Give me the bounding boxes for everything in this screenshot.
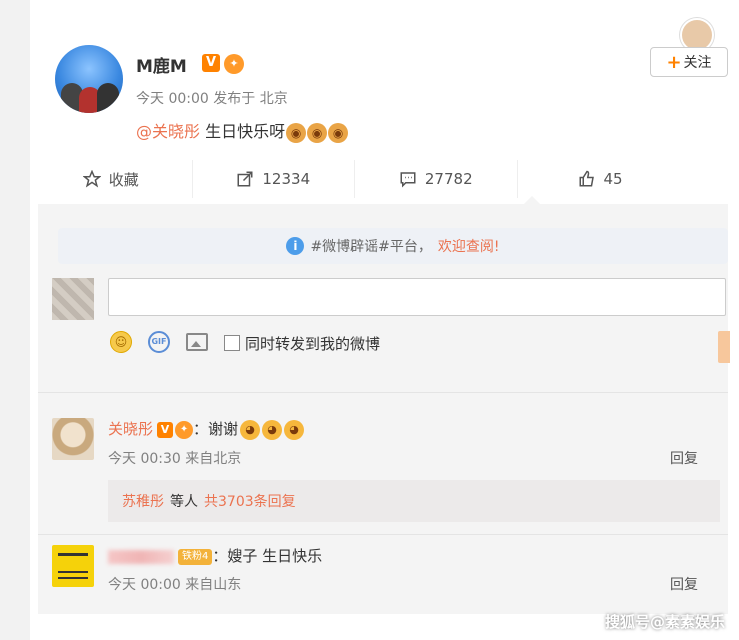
like-button[interactable]: 45: [518, 160, 739, 198]
comment-button[interactable]: 27782: [355, 160, 518, 198]
notice-link[interactable]: 欢迎查阅!: [438, 236, 500, 256]
plus-icon: +: [666, 51, 682, 73]
rumor-notice-banner: i #微博辟谣#平台， 欢迎查阅!: [58, 228, 728, 264]
cake-icon: ◉: [307, 122, 328, 143]
cake-icon: ◉: [286, 122, 307, 143]
laugh-emoji-icon: ◕: [240, 419, 261, 440]
watermark: 搜狐号@素素娱乐: [604, 613, 725, 631]
post-action-bar: 收藏 12334 27782 45: [30, 160, 739, 198]
reply-button[interactable]: 回复: [670, 574, 698, 594]
info-icon: i: [286, 237, 305, 255]
share-icon: [237, 171, 253, 187]
notice-tag[interactable]: #微博辟谣#平台，: [310, 236, 431, 256]
comment-submit-button[interactable]: [718, 331, 730, 363]
follow-button[interactable]: + 关注: [650, 47, 728, 77]
mention-link[interactable]: @关晓彤: [136, 122, 200, 141]
post-meta: 今天 00:00 发布于 北京: [136, 88, 288, 108]
fan-level-badge: 铁粉4: [178, 548, 213, 565]
comment-row: 关晓彤 V ✦ ：谢谢 ◕ ◕ ◕: [108, 418, 305, 440]
comment-text: ：谢谢: [193, 420, 239, 438]
author-avatar[interactable]: [55, 45, 123, 113]
repost-checkbox[interactable]: [224, 335, 240, 351]
blurred-commenter-name[interactable]: [108, 549, 174, 564]
repost-button[interactable]: 12334: [193, 160, 355, 198]
gif-icon[interactable]: GIF: [148, 331, 170, 353]
cake-icon: ◉: [328, 122, 349, 143]
verified-badge-icon: V: [202, 54, 220, 72]
current-user-avatar: [52, 278, 94, 320]
divider: [38, 392, 728, 393]
thumbs-up-icon: [579, 170, 594, 187]
favorite-button[interactable]: 收藏: [30, 160, 193, 198]
like-count: 45: [603, 170, 623, 188]
medal-icon: ✦: [224, 54, 244, 74]
laugh-emoji-icon: ◕: [262, 419, 283, 440]
location-prefix: 发布于: [213, 91, 256, 107]
post-text: 生日快乐呀: [200, 122, 286, 141]
star-icon: [82, 170, 101, 188]
laugh-emoji-icon: ◕: [284, 419, 305, 440]
divider: [38, 534, 728, 535]
post-location: 北京: [259, 91, 288, 107]
subreply-middle: 等人: [170, 494, 198, 510]
subreplies-summary[interactable]: 苏稚彤 等人 共3703条回复: [108, 480, 720, 522]
repost-count: 12334: [262, 170, 311, 188]
comment-icon: [400, 172, 416, 188]
comment-time: 今天 00:30 来自北京: [108, 451, 242, 467]
follow-label: 关注: [683, 55, 712, 71]
commenter-avatar[interactable]: [52, 418, 94, 460]
comment-pointer: [524, 196, 540, 204]
repost-checkbox-label[interactable]: 同时转发到我的微博: [245, 333, 380, 354]
commenter-name[interactable]: 关晓彤: [108, 420, 153, 438]
post-content: @关晓彤 生日快乐呀 ◉ ◉ ◉: [136, 118, 349, 143]
subreply-count-link[interactable]: 共3703条回复: [204, 491, 296, 511]
emoji-icon[interactable]: ☺: [110, 331, 132, 353]
reply-button[interactable]: 回复: [670, 448, 698, 468]
author-name[interactable]: M鹿M: [136, 52, 187, 77]
verified-badge-icon: V: [157, 421, 174, 438]
medal-icon: ✦: [175, 420, 194, 439]
subreply-user[interactable]: 苏稚彤: [122, 491, 164, 511]
post-time[interactable]: 今天 00:00: [136, 91, 209, 107]
comment-row: 铁粉4 ：嫂子 生日快乐: [108, 545, 322, 566]
comment-time: 今天 00:00 来自山东: [108, 577, 242, 593]
comment-input[interactable]: [108, 278, 726, 316]
comment-count: 27782: [424, 170, 473, 188]
favorite-label: 收藏: [108, 170, 139, 189]
image-upload-icon[interactable]: [186, 333, 208, 351]
commenter-avatar[interactable]: [52, 545, 94, 587]
comment-text: ：嫂子 生日快乐: [212, 547, 323, 565]
